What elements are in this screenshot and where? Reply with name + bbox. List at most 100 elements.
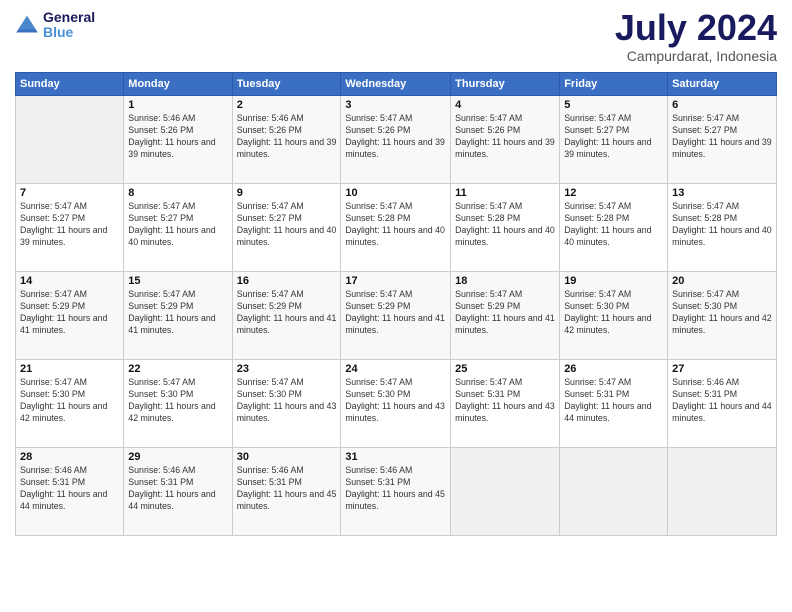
table-row: 3 Sunrise: 5:47 AMSunset: 5:26 PMDayligh…: [341, 96, 451, 184]
header-row: Sunday Monday Tuesday Wednesday Thursday…: [16, 73, 777, 96]
table-row: 12 Sunrise: 5:47 AMSunset: 5:28 PMDaylig…: [560, 184, 668, 272]
day-info: Sunrise: 5:47 AMSunset: 5:29 PMDaylight:…: [128, 289, 227, 337]
day-info: Sunrise: 5:47 AMSunset: 5:28 PMDaylight:…: [564, 201, 663, 249]
table-row: [16, 96, 124, 184]
table-row: 19 Sunrise: 5:47 AMSunset: 5:30 PMDaylig…: [560, 272, 668, 360]
day-number: 27: [672, 363, 772, 375]
col-monday: Monday: [124, 73, 232, 96]
day-info: Sunrise: 5:46 AMSunset: 5:26 PMDaylight:…: [128, 113, 227, 161]
title-block: July 2024 Campurdarat, Indonesia: [615, 10, 777, 64]
day-info: Sunrise: 5:47 AMSunset: 5:27 PMDaylight:…: [128, 201, 227, 249]
day-number: 13: [672, 187, 772, 199]
day-number: 28: [20, 451, 119, 463]
table-row: 16 Sunrise: 5:47 AMSunset: 5:29 PMDaylig…: [232, 272, 341, 360]
table-row: 5 Sunrise: 5:47 AMSunset: 5:27 PMDayligh…: [560, 96, 668, 184]
week-row-3: 14 Sunrise: 5:47 AMSunset: 5:29 PMDaylig…: [16, 272, 777, 360]
day-number: 5: [564, 99, 663, 111]
day-number: 1: [128, 99, 227, 111]
table-row: 13 Sunrise: 5:47 AMSunset: 5:28 PMDaylig…: [668, 184, 777, 272]
table-row: 27 Sunrise: 5:46 AMSunset: 5:31 PMDaylig…: [668, 360, 777, 448]
title-month: July 2024: [615, 10, 777, 46]
table-row: 6 Sunrise: 5:47 AMSunset: 5:27 PMDayligh…: [668, 96, 777, 184]
page: General Blue July 2024 Campurdarat, Indo…: [0, 0, 792, 612]
table-row: 8 Sunrise: 5:47 AMSunset: 5:27 PMDayligh…: [124, 184, 232, 272]
table-row: 14 Sunrise: 5:47 AMSunset: 5:29 PMDaylig…: [16, 272, 124, 360]
table-row: 11 Sunrise: 5:47 AMSunset: 5:28 PMDaylig…: [451, 184, 560, 272]
day-number: 17: [345, 275, 446, 287]
day-info: Sunrise: 5:46 AMSunset: 5:31 PMDaylight:…: [20, 465, 119, 513]
table-row: 31 Sunrise: 5:46 AMSunset: 5:31 PMDaylig…: [341, 448, 451, 536]
table-row: 21 Sunrise: 5:47 AMSunset: 5:30 PMDaylig…: [16, 360, 124, 448]
day-info: Sunrise: 5:46 AMSunset: 5:26 PMDaylight:…: [237, 113, 337, 161]
day-number: 29: [128, 451, 227, 463]
day-number: 8: [128, 187, 227, 199]
day-number: 6: [672, 99, 772, 111]
day-number: 18: [455, 275, 555, 287]
day-number: 22: [128, 363, 227, 375]
day-info: Sunrise: 5:47 AMSunset: 5:31 PMDaylight:…: [564, 377, 663, 425]
day-info: Sunrise: 5:47 AMSunset: 5:31 PMDaylight:…: [455, 377, 555, 425]
table-row: 10 Sunrise: 5:47 AMSunset: 5:28 PMDaylig…: [341, 184, 451, 272]
day-info: Sunrise: 5:47 AMSunset: 5:28 PMDaylight:…: [345, 201, 446, 249]
table-row: 2 Sunrise: 5:46 AMSunset: 5:26 PMDayligh…: [232, 96, 341, 184]
header: General Blue July 2024 Campurdarat, Indo…: [15, 10, 777, 64]
table-row: 22 Sunrise: 5:47 AMSunset: 5:30 PMDaylig…: [124, 360, 232, 448]
table-row: 28 Sunrise: 5:46 AMSunset: 5:31 PMDaylig…: [16, 448, 124, 536]
table-row: [451, 448, 560, 536]
day-info: Sunrise: 5:47 AMSunset: 5:29 PMDaylight:…: [455, 289, 555, 337]
day-info: Sunrise: 5:47 AMSunset: 5:29 PMDaylight:…: [345, 289, 446, 337]
table-row: [560, 448, 668, 536]
col-tuesday: Tuesday: [232, 73, 341, 96]
day-info: Sunrise: 5:47 AMSunset: 5:26 PMDaylight:…: [455, 113, 555, 161]
col-thursday: Thursday: [451, 73, 560, 96]
table-row: 1 Sunrise: 5:46 AMSunset: 5:26 PMDayligh…: [124, 96, 232, 184]
day-number: 12: [564, 187, 663, 199]
table-row: 30 Sunrise: 5:46 AMSunset: 5:31 PMDaylig…: [232, 448, 341, 536]
table-row: 25 Sunrise: 5:47 AMSunset: 5:31 PMDaylig…: [451, 360, 560, 448]
day-number: 4: [455, 99, 555, 111]
day-info: Sunrise: 5:47 AMSunset: 5:27 PMDaylight:…: [672, 113, 772, 161]
day-number: 24: [345, 363, 446, 375]
table-row: [668, 448, 777, 536]
day-number: 10: [345, 187, 446, 199]
table-row: 23 Sunrise: 5:47 AMSunset: 5:30 PMDaylig…: [232, 360, 341, 448]
col-saturday: Saturday: [668, 73, 777, 96]
col-wednesday: Wednesday: [341, 73, 451, 96]
table-row: 29 Sunrise: 5:46 AMSunset: 5:31 PMDaylig…: [124, 448, 232, 536]
day-info: Sunrise: 5:47 AMSunset: 5:30 PMDaylight:…: [345, 377, 446, 425]
day-number: 3: [345, 99, 446, 111]
logo: General Blue: [15, 10, 95, 41]
day-info: Sunrise: 5:47 AMSunset: 5:28 PMDaylight:…: [455, 201, 555, 249]
day-info: Sunrise: 5:47 AMSunset: 5:30 PMDaylight:…: [672, 289, 772, 337]
day-number: 31: [345, 451, 446, 463]
table-row: 17 Sunrise: 5:47 AMSunset: 5:29 PMDaylig…: [341, 272, 451, 360]
week-row-5: 28 Sunrise: 5:46 AMSunset: 5:31 PMDaylig…: [16, 448, 777, 536]
day-number: 25: [455, 363, 555, 375]
table-row: 18 Sunrise: 5:47 AMSunset: 5:29 PMDaylig…: [451, 272, 560, 360]
logo-icon: [15, 13, 39, 37]
day-info: Sunrise: 5:47 AMSunset: 5:29 PMDaylight:…: [20, 289, 119, 337]
day-number: 21: [20, 363, 119, 375]
table-row: 4 Sunrise: 5:47 AMSunset: 5:26 PMDayligh…: [451, 96, 560, 184]
week-row-4: 21 Sunrise: 5:47 AMSunset: 5:30 PMDaylig…: [16, 360, 777, 448]
table-row: 26 Sunrise: 5:47 AMSunset: 5:31 PMDaylig…: [560, 360, 668, 448]
day-info: Sunrise: 5:46 AMSunset: 5:31 PMDaylight:…: [237, 465, 337, 513]
day-number: 16: [237, 275, 337, 287]
day-info: Sunrise: 5:47 AMSunset: 5:29 PMDaylight:…: [237, 289, 337, 337]
day-info: Sunrise: 5:47 AMSunset: 5:26 PMDaylight:…: [345, 113, 446, 161]
day-number: 2: [237, 99, 337, 111]
col-friday: Friday: [560, 73, 668, 96]
week-row-1: 1 Sunrise: 5:46 AMSunset: 5:26 PMDayligh…: [16, 96, 777, 184]
table-row: 9 Sunrise: 5:47 AMSunset: 5:27 PMDayligh…: [232, 184, 341, 272]
day-number: 26: [564, 363, 663, 375]
day-info: Sunrise: 5:46 AMSunset: 5:31 PMDaylight:…: [345, 465, 446, 513]
col-sunday: Sunday: [16, 73, 124, 96]
table-row: 20 Sunrise: 5:47 AMSunset: 5:30 PMDaylig…: [668, 272, 777, 360]
day-number: 30: [237, 451, 337, 463]
day-info: Sunrise: 5:47 AMSunset: 5:30 PMDaylight:…: [128, 377, 227, 425]
day-info: Sunrise: 5:46 AMSunset: 5:31 PMDaylight:…: [128, 465, 227, 513]
day-number: 15: [128, 275, 227, 287]
day-info: Sunrise: 5:46 AMSunset: 5:31 PMDaylight:…: [672, 377, 772, 425]
title-location: Campurdarat, Indonesia: [615, 48, 777, 64]
day-info: Sunrise: 5:47 AMSunset: 5:30 PMDaylight:…: [237, 377, 337, 425]
